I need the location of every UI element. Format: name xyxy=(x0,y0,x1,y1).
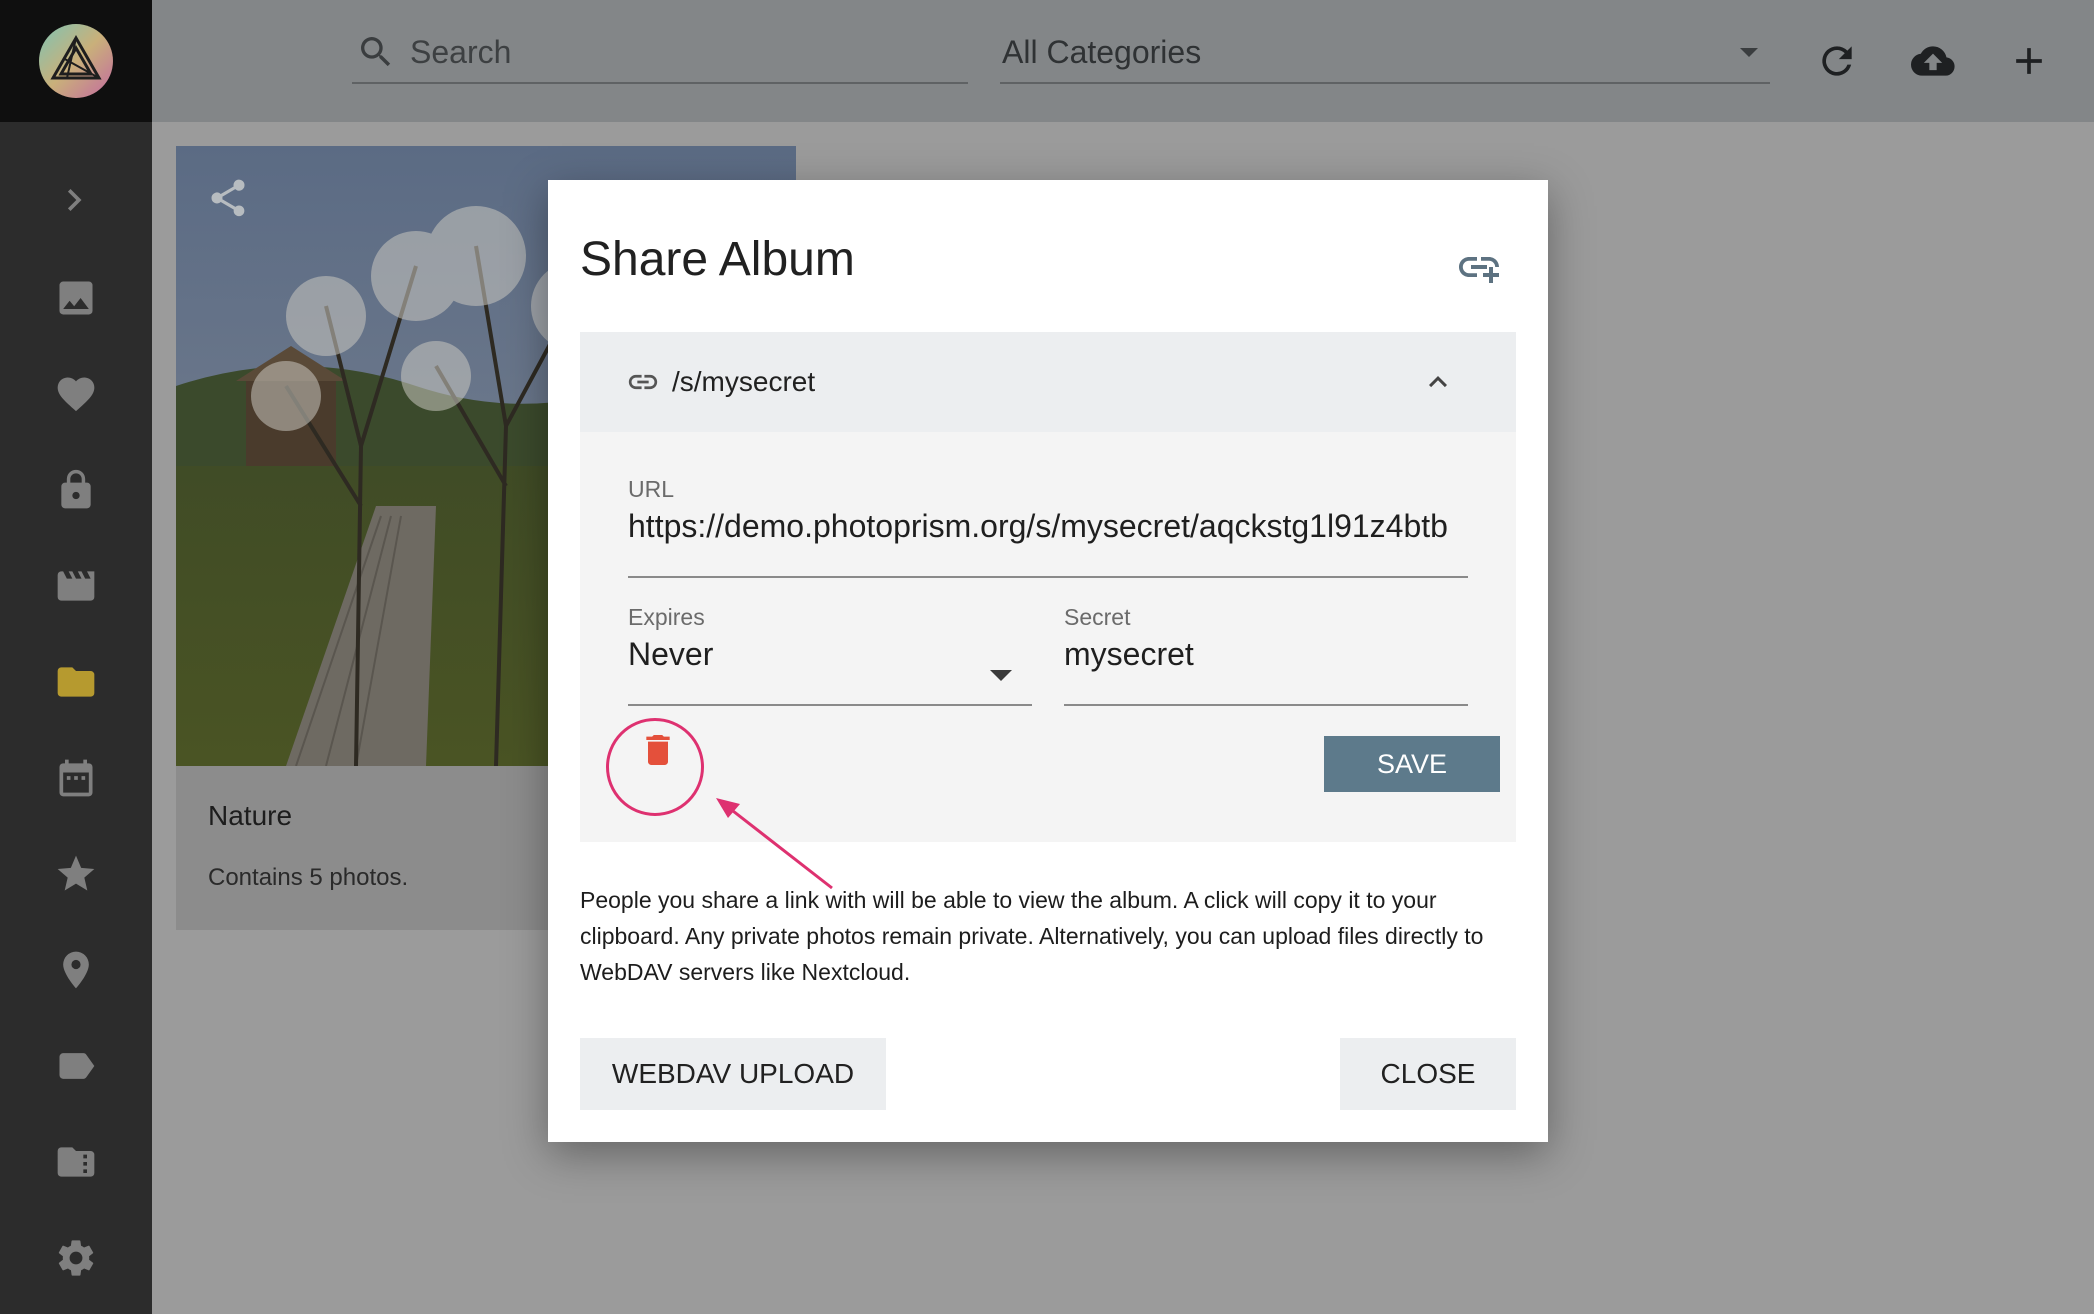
add-link-icon xyxy=(1459,257,1499,283)
expires-label: Expires xyxy=(628,604,705,630)
settings-icon xyxy=(58,1240,94,1276)
share-link-panel-body: URL Expires Never Secret SAVE xyxy=(580,432,1516,842)
star-icon xyxy=(57,855,95,891)
sidebar-expand[interactable] xyxy=(0,160,152,240)
place-icon xyxy=(63,951,89,989)
sidebar xyxy=(0,0,152,1314)
share-link-panel-header[interactable]: /s/mysecret xyxy=(580,332,1516,432)
add-button[interactable] xyxy=(2002,34,2056,88)
secret-underline xyxy=(1064,704,1468,706)
photo-icon xyxy=(59,281,93,315)
sidebar-item-albums[interactable] xyxy=(0,642,152,722)
sidebar-item-labels[interactable] xyxy=(0,1026,152,1106)
expires-underline xyxy=(628,704,1032,706)
url-underline xyxy=(628,576,1468,578)
cloud-upload-icon xyxy=(1911,46,1955,76)
sidebar-item-folders[interactable] xyxy=(0,1122,152,1202)
album-title[interactable]: Nature xyxy=(208,800,292,832)
search-field[interactable] xyxy=(352,22,968,84)
sidebar-item-calendar[interactable] xyxy=(0,738,152,818)
sidebar-item-settings[interactable] xyxy=(0,1218,152,1298)
dialog-title: Share Album xyxy=(580,233,855,286)
share-icon xyxy=(211,179,245,217)
save-button[interactable]: SAVE xyxy=(1324,736,1500,792)
sidebar-item-moments[interactable] xyxy=(0,834,152,914)
logo-icon xyxy=(39,24,113,98)
webdav-upload-button[interactable]: WEBDAV UPLOAD xyxy=(580,1038,886,1110)
secret-field[interactable] xyxy=(1064,636,1468,673)
chevron-right-icon xyxy=(67,189,82,211)
url-label: URL xyxy=(628,476,675,502)
label-icon xyxy=(59,1053,95,1079)
refresh-icon xyxy=(1822,46,1852,76)
category-select[interactable]: All Categories xyxy=(1000,22,1770,84)
share-info-text: People you share a link with will be abl… xyxy=(580,887,1484,985)
add-icon xyxy=(2016,48,2042,74)
sidebar-item-photos[interactable] xyxy=(0,258,152,338)
top-toolbar: All Categories xyxy=(152,0,2094,122)
chevron-up-icon[interactable] xyxy=(1420,364,1456,400)
album-folder-icon xyxy=(57,1147,95,1177)
album-description: Contains 5 photos. xyxy=(208,864,409,891)
highlight-circle xyxy=(606,718,704,816)
share-link-path: /s/mysecret xyxy=(672,366,816,397)
sidebar-item-favorites[interactable] xyxy=(0,354,152,434)
movie-icon xyxy=(57,571,95,601)
sidebar-item-private[interactable] xyxy=(0,450,152,530)
close-button[interactable]: CLOSE xyxy=(1340,1038,1516,1110)
add-link-button[interactable] xyxy=(1454,242,1504,292)
dropdown-caret-icon xyxy=(1740,47,1758,57)
search-input[interactable] xyxy=(410,33,930,71)
expires-select[interactable]: Never xyxy=(628,636,713,673)
lock-icon xyxy=(61,469,91,509)
share-album-button[interactable] xyxy=(206,176,250,220)
sidebar-item-videos[interactable] xyxy=(0,546,152,626)
link-icon xyxy=(626,365,660,399)
search-icon xyxy=(361,37,391,67)
secret-label: Secret xyxy=(1064,604,1131,630)
refresh-button[interactable] xyxy=(1810,34,1864,88)
category-value: All Categories xyxy=(1002,33,1202,70)
photoprism-logo[interactable] xyxy=(0,0,152,122)
sidebar-item-places[interactable] xyxy=(0,930,152,1010)
folder-icon xyxy=(57,667,95,697)
upload-button[interactable] xyxy=(1906,34,1960,88)
dropdown-caret-icon[interactable] xyxy=(990,670,1012,681)
heart-icon xyxy=(57,377,95,412)
share-album-dialog: Share Album /s/mysecret URL Expires Neve… xyxy=(548,180,1548,1142)
calendar-icon xyxy=(59,759,93,797)
url-field[interactable] xyxy=(628,508,1468,545)
